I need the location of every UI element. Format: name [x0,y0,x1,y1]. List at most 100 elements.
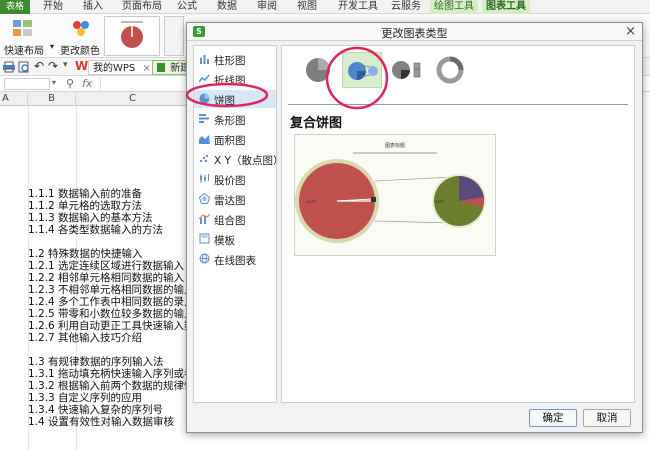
cancel-button[interactable]: 取消 [583,409,631,427]
cell-text[interactable]: 1.2 特殊数据的快捷输入 [28,248,143,260]
print-icon[interactable] [3,61,15,73]
preview-title: 复合饼图 [290,116,343,131]
name-box[interactable] [4,78,50,90]
category-label: 雷达图 [214,195,246,207]
tab-data[interactable]: 数据 [212,0,242,14]
doughnut-chart-icon [436,56,464,84]
cell-text[interactable]: 1.1.4 各类型数据输入的方法 [28,224,163,236]
app-menu-button[interactable]: 表格 [0,0,30,14]
tab-developer[interactable]: 开发工具 [334,0,382,14]
change-chart-type-dialog: S 更改图表类型 × 柱形图 折线图 饼图 条形图 面积图 X Y（散点图） 股… [186,22,643,433]
dialog-title-bar[interactable]: S 更改图表类型 × [187,23,642,41]
category-scatter[interactable]: X Y（散点图） [194,150,283,168]
cell-text[interactable]: 1.1.3 数据输入的基本方法 [28,212,153,224]
cell-text[interactable]: 1.4 设置有效性对输入数据审核 [28,416,174,428]
category-label: 柱形图 [214,55,246,67]
quick-layout-button[interactable]: 快速布局 [4,42,44,57]
combo-chart-icon [199,213,210,224]
change-color-icon[interactable] [70,17,92,39]
tab-drawing-tools[interactable]: 绘图工具 [430,0,478,14]
function-icon[interactable]: fx [82,77,92,90]
cell-text[interactable]: 1.2.1 选定连续区域进行数据输入 [28,260,184,272]
category-label: 面积图 [214,135,246,147]
spreadsheet-area: A B C 1.1.1 数据输入前的准备 1.1.2 单元格的选取方法 1.1.… [0,92,190,450]
chevron-down-icon[interactable]: ▾ [52,78,56,87]
category-pie[interactable]: 饼图 [194,90,276,108]
subtype-bar-of-pie[interactable] [386,52,426,88]
ok-button[interactable]: 确定 [529,409,577,427]
quick-access-dropdown-icon[interactable]: ▾ [63,60,68,70]
print-preview-icon[interactable] [18,61,30,73]
category-label: 模板 [214,235,235,247]
undo-icon[interactable]: ↶ [34,59,44,73]
cell-text[interactable]: 1.2.4 多个工作表中相同数据的录入 [28,296,190,308]
subtype-pie-of-pie[interactable] [342,52,382,88]
tab-cloud[interactable]: 云服务 [386,0,426,14]
svg-text:xx%: xx% [307,199,316,204]
pie-chart-icon [306,58,330,82]
close-icon[interactable]: × [625,24,636,39]
chart-style-gallery-more[interactable] [164,16,184,56]
category-radar[interactable]: 雷达图 [194,190,276,208]
column-header-c[interactable]: C [76,92,190,106]
cell-text[interactable]: 1.3.4 快速输入复杂的序列号 [28,404,163,416]
tab-my-wps[interactable]: 我的WPS × [88,60,156,75]
cell-text[interactable]: 1.2.5 带零和小数位较多数据的输入 [28,308,190,320]
category-column[interactable]: 柱形图 [194,50,276,68]
category-label: X Y（散点图） [214,155,284,167]
tab-my-wps-label: 我的WPS [93,63,136,74]
category-area[interactable]: 面积图 [194,130,276,148]
spreadsheet-icon [157,63,165,72]
subtype-pie[interactable] [298,52,338,88]
cell-text[interactable]: 1.2.2 相邻单元格相同数据的输入 [28,272,184,284]
cell-text[interactable]: 1.2.6 利用自动更正工具快速输入数据 [28,320,190,332]
category-stock[interactable]: 股价图 [194,170,276,188]
cell-text[interactable]: 1.1.2 单元格的选取方法 [28,200,142,212]
zoom-icon[interactable]: ⚲ [66,77,74,90]
formula-input[interactable] [100,77,186,91]
cell-text[interactable]: 1.3 有规律数据的序列输入法 [28,356,164,368]
category-line[interactable]: 折线图 [194,70,276,88]
tab-insert[interactable]: 插入 [76,0,110,14]
chart-subtype-pane: 复合饼图 图表标题 xx% xx% [281,45,635,403]
tab-home[interactable]: 开始 [36,0,70,14]
cell-text[interactable]: 1.2.3 不相邻单元格相同数据的输入 [28,284,190,296]
preview-chart-title: 图表标题 [385,142,405,149]
change-color-button[interactable]: 更改颜色 [60,42,100,57]
cell-text[interactable]: 1.3.1 拖动填充柄快速输入序列或者特 [28,368,190,380]
subtype-doughnut[interactable] [430,52,470,88]
close-icon[interactable]: × [142,63,150,74]
stock-chart-icon [200,174,209,183]
pie-of-pie-icon [348,62,378,80]
category-template[interactable]: 模板 [194,230,276,248]
tab-review[interactable]: 审阅 [252,0,282,14]
chart-style-thumbnail[interactable] [105,17,159,55]
quick-layout-icon[interactable] [12,18,34,38]
category-online[interactable]: 在线图表 [194,250,276,268]
chart-style-gallery[interactable] [104,16,160,56]
column-header-a[interactable]: A [0,92,28,106]
tab-chart-tools[interactable]: 图表工具 [482,0,530,14]
category-combo[interactable]: 组合图 [194,210,276,228]
column-header-b[interactable]: B [28,92,76,106]
bar-of-pie-icon [392,61,421,79]
category-label: 在线图表 [214,255,256,267]
column-chart-icon [200,55,209,64]
pie-of-pie-preview: 图表标题 xx% xx% [295,135,495,255]
chart-category-list: 柱形图 折线图 饼图 条形图 面积图 X Y（散点图） 股价图 雷达图 组合图 … [193,45,283,403]
cell-text[interactable]: 1.1.1 数据输入前的准备 [28,188,142,200]
area-chart-icon [199,135,210,144]
chart-preview[interactable]: 图表标题 xx% xx% [294,134,496,256]
cell-text[interactable]: 1.2.7 其他输入技巧介绍 [28,332,142,344]
category-bar[interactable]: 条形图 [194,110,276,128]
menu-bar: 表格 开始 插入 页面布局 公式 数据 审阅 视图 开发工具 云服务 绘图工具 … [0,0,650,14]
cell-text[interactable]: 1.3.3 自定义序列的应用 [28,392,142,404]
tab-view[interactable]: 视图 [292,0,322,14]
divider [288,104,628,105]
online-chart-icon [199,253,210,264]
chevron-down-icon[interactable]: ▾ [50,42,54,51]
tab-page-layout[interactable]: 页面布局 [116,0,168,14]
redo-icon[interactable]: ↷ [48,59,58,73]
cell-text[interactable]: 1.3.2 根据输入前两个数据的规律快速 [28,380,190,392]
tab-formula[interactable]: 公式 [172,0,202,14]
